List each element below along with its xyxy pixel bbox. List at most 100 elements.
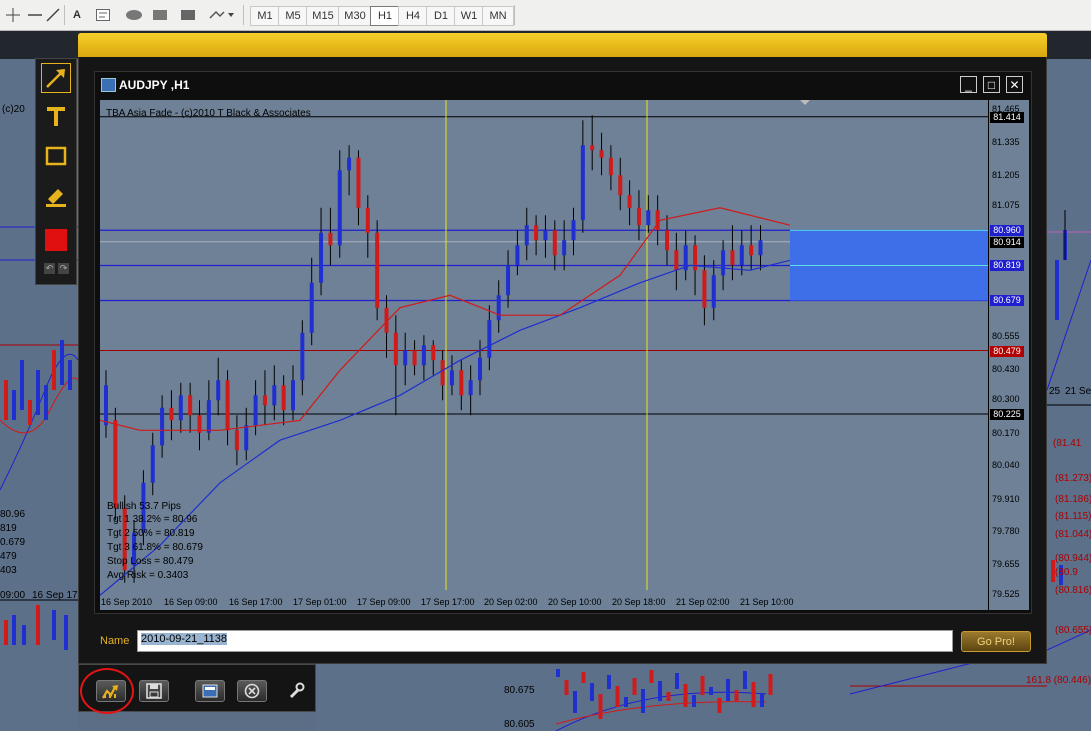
price-level-box: 80.679 xyxy=(990,295,1024,306)
background-left-time: 09:00 xyxy=(0,590,26,601)
candle-body xyxy=(300,332,305,381)
candle-body xyxy=(580,145,585,221)
price-chart-plot[interactable]: TBA Asia Fade - (c)2010 T Black & Associ… xyxy=(100,100,988,610)
background-candle xyxy=(4,620,8,645)
redo-icon[interactable]: ↷ xyxy=(58,263,69,274)
price-axis-label: 81.205 xyxy=(992,170,1020,180)
candle-body xyxy=(365,207,370,233)
cancel-button[interactable] xyxy=(237,680,267,702)
name-label: Name xyxy=(100,635,130,647)
background-candle xyxy=(68,360,72,390)
background-candle xyxy=(666,692,671,701)
candle-body xyxy=(440,360,445,386)
settings-wrench-icon[interactable] xyxy=(285,680,307,702)
close-button[interactable]: ✕ xyxy=(1006,76,1023,93)
background-right-price: (81.273) xyxy=(1055,473,1091,484)
background-candle xyxy=(52,610,56,640)
candle-body xyxy=(328,232,333,246)
background-bottom-price: 80.675 xyxy=(504,685,535,696)
price-axis-label: 79.525 xyxy=(992,589,1020,599)
background-right-price: (80.816) xyxy=(1055,585,1091,596)
timeframe-m15[interactable]: M15 xyxy=(306,6,340,26)
background-candle xyxy=(64,615,68,650)
time-axis-label: 17 Sep 09:00 xyxy=(357,597,411,607)
time-axis-label: 21 Sep 10:00 xyxy=(740,597,794,607)
background-candle xyxy=(28,400,32,425)
undo-redo-group: ↶ ↷ xyxy=(44,263,70,275)
more-objects-dropdown-icon[interactable] xyxy=(206,6,236,24)
background-right-chart: 25 21 Sep (81.41 (81.273) (81.186) (81.1… xyxy=(1047,60,1091,731)
candle-body xyxy=(665,230,669,251)
candle-body xyxy=(758,240,763,256)
candle-body xyxy=(524,225,529,246)
background-candle xyxy=(4,380,8,420)
background-bottom-chart: 80.675 80.605 161.8 (80.446) xyxy=(316,664,1091,731)
text-tool-icon[interactable] xyxy=(41,101,71,131)
price-axis-label: 80.555 xyxy=(992,331,1020,341)
arrow-tool-icon[interactable] xyxy=(41,63,71,93)
ellipse-tool-icon[interactable] xyxy=(124,6,144,24)
background-candle xyxy=(12,615,16,645)
candle-body xyxy=(599,150,604,158)
candle-body xyxy=(104,385,108,426)
background-left-time: 16 Sep 17 xyxy=(32,590,78,601)
chart-shift-marker-icon[interactable] xyxy=(800,100,810,105)
screenshot-button[interactable] xyxy=(195,680,225,702)
chart-window-titlebar[interactable]: AUDJPY ,H1 _ □ ✕ xyxy=(95,72,1031,98)
background-candle xyxy=(615,686,620,707)
candle-body xyxy=(646,210,651,226)
background-right-price: (81.115) xyxy=(1055,511,1091,522)
candle-body xyxy=(506,265,511,296)
crosshair-tool-icon[interactable] xyxy=(4,6,22,24)
candle-body xyxy=(375,232,380,308)
candle-body xyxy=(188,395,193,416)
timeframe-w1[interactable]: W1 xyxy=(454,6,484,26)
time-axis-label: 20 Sep 18:00 xyxy=(612,597,666,607)
timeframe-m30[interactable]: M30 xyxy=(338,6,372,26)
background-right-time: 25 xyxy=(1049,386,1061,397)
square-tool-icon[interactable] xyxy=(178,6,198,24)
timeframe-m1[interactable]: M1 xyxy=(250,6,280,26)
rectangle-draw-icon[interactable] xyxy=(41,141,71,171)
rectangle-tool-icon[interactable] xyxy=(150,6,170,24)
candle-body xyxy=(356,157,361,208)
go-pro-button[interactable]: Go Pro! xyxy=(961,631,1031,652)
undo-icon[interactable]: ↶ xyxy=(44,263,55,274)
candle-body xyxy=(393,332,398,366)
background-candle xyxy=(60,340,64,385)
color-picker-icon[interactable] xyxy=(41,225,71,255)
candle-body xyxy=(309,282,314,333)
save-button[interactable] xyxy=(139,680,169,702)
minimize-button[interactable]: _ xyxy=(960,76,977,93)
timeframe-h1[interactable]: H1 xyxy=(370,6,400,26)
candle-body xyxy=(721,250,726,276)
background-candle xyxy=(692,695,696,707)
chart-window-icon xyxy=(101,78,116,92)
trade-window-titlebar[interactable] xyxy=(78,33,1047,57)
background-candle xyxy=(709,687,713,695)
candle-body xyxy=(403,350,408,366)
timeframe-h4[interactable]: H4 xyxy=(398,6,428,26)
candle-body xyxy=(478,357,482,381)
candle-body xyxy=(160,407,165,446)
background-candle xyxy=(675,673,679,689)
background-candle xyxy=(700,676,705,695)
timeframe-d1[interactable]: D1 xyxy=(426,6,456,26)
background-right-price: (80.944) xyxy=(1055,553,1091,564)
timeframe-m5[interactable]: M5 xyxy=(278,6,308,26)
text-label-tool-icon[interactable] xyxy=(94,6,112,24)
candle-body xyxy=(262,395,267,406)
text-tool[interactable]: A xyxy=(68,6,86,24)
candle-body xyxy=(693,245,698,271)
info-target-1: Tgt 1 38.2% = 80.96 xyxy=(107,514,198,525)
candle-body xyxy=(702,270,707,308)
maximize-button[interactable]: □ xyxy=(983,76,1000,93)
price-axis-label: 79.910 xyxy=(992,494,1020,504)
timeframe-mn[interactable]: MN xyxy=(482,6,514,26)
highlighter-tool-icon[interactable] xyxy=(41,181,71,211)
name-input[interactable]: 2010-09-21_1138 xyxy=(137,630,953,652)
trendline-tool-icon[interactable] xyxy=(44,6,62,24)
price-level-box: 80.225 xyxy=(990,409,1024,420)
horizontal-line-tool-icon[interactable] xyxy=(26,6,44,24)
price-axis-label: 79.655 xyxy=(992,559,1020,569)
